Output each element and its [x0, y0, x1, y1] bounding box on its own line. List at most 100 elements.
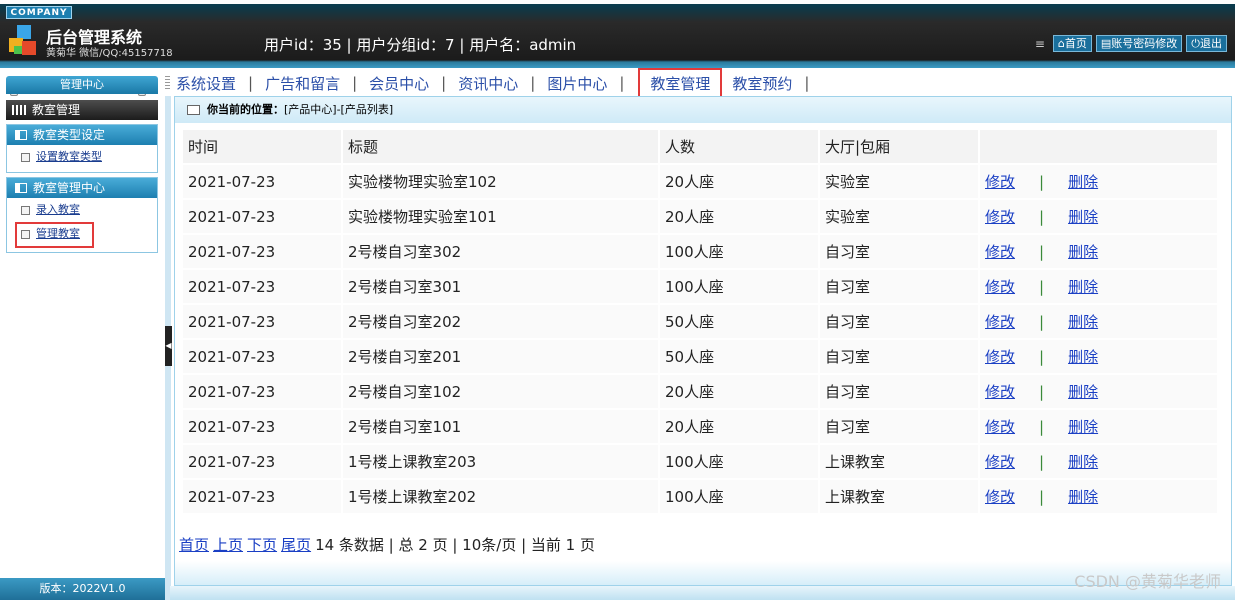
edit-link[interactable]: 修改: [985, 418, 1015, 436]
edit-link[interactable]: 修改: [985, 313, 1015, 331]
table-cell: 自习室: [820, 305, 978, 338]
menu-lines-icon[interactable]: ≡: [1035, 37, 1045, 51]
edit-link[interactable]: 修改: [985, 488, 1015, 506]
panel-icon: [15, 130, 27, 140]
row-actions: 修改 | 删除: [980, 375, 1217, 408]
delete-link[interactable]: 删除: [1068, 383, 1098, 401]
home-icon: ⌂: [1057, 37, 1065, 50]
action-separator: |: [1039, 208, 1045, 226]
nav-classroom-booking[interactable]: 教室预约: [728, 73, 796, 94]
table-cell: 2号楼自习室301: [343, 270, 658, 303]
delete-link[interactable]: 删除: [1068, 453, 1098, 471]
action-separator: |: [1039, 173, 1045, 191]
table-cell: 自习室: [820, 340, 978, 373]
table-row: 2021-07-23 2号楼自习室202 50人座 自习室 修改 | 删除: [183, 305, 1217, 338]
doc-icon: [21, 153, 30, 162]
table-cell: 2号楼自习室201: [343, 340, 658, 373]
table-cell: 2号楼自习室202: [343, 305, 658, 338]
delete-link[interactable]: 删除: [1068, 313, 1098, 331]
action-separator: |: [1039, 418, 1045, 436]
pager-last[interactable]: 尾页: [281, 536, 311, 554]
row-actions: 修改 | 删除: [980, 340, 1217, 373]
table-cell: 20人座: [660, 375, 818, 408]
table-cell: 上课教室: [820, 445, 978, 478]
edit-link[interactable]: 修改: [985, 383, 1015, 401]
table-cell: 2021-07-23: [183, 375, 341, 408]
document-icon: ▤: [1100, 37, 1112, 50]
table-row: 2021-07-23 2号楼自习室101 20人座 自习室 修改 | 删除: [183, 410, 1217, 443]
sidebar: 管理中心 教室管理 教室类型设定 设置教室类型 教室管理中心 录入教室 管理教室…: [0, 70, 165, 600]
pager-next[interactable]: 下页: [247, 536, 277, 554]
row-actions: 修改 | 删除: [980, 410, 1217, 443]
delete-link[interactable]: 删除: [1068, 348, 1098, 366]
table-cell: 2021-07-23: [183, 165, 341, 198]
table-cell: 100人座: [660, 445, 818, 478]
power-icon: ⏻: [1191, 37, 1200, 50]
logout-button[interactable]: ⏻退出: [1186, 35, 1227, 52]
table-cell: 2021-07-23: [183, 305, 341, 338]
nav-separator: |: [352, 74, 358, 92]
table-cell: 2021-07-23: [183, 200, 341, 233]
nav-news[interactable]: 资讯中心: [454, 73, 522, 94]
sidebar-link-set-classroom-type[interactable]: 设置教室类型: [7, 145, 157, 169]
watermark: CSDN @黄菊华老师: [1074, 572, 1221, 591]
table-row: 2021-07-23 2号楼自习室102 20人座 自习室 修改 | 删除: [183, 375, 1217, 408]
nav-system-settings[interactable]: 系统设置: [172, 73, 240, 94]
column-header: 标题: [343, 130, 658, 163]
table-cell: 2021-07-23: [183, 340, 341, 373]
table-cell: 100人座: [660, 270, 818, 303]
action-separator: |: [1039, 348, 1045, 366]
pager-first[interactable]: 首页: [179, 536, 209, 554]
header-actions: ≡ ⌂首页 ▤账号密码修改 ⏻退出: [1035, 35, 1227, 52]
table-cell: 2021-07-23: [183, 270, 341, 303]
delete-link[interactable]: 删除: [1068, 208, 1098, 226]
delete-link[interactable]: 删除: [1068, 278, 1098, 296]
table-row: 2021-07-23 实验楼物理实验室101 20人座 实验室 修改 | 删除: [183, 200, 1217, 233]
main-panel: 你当前的位置：[产品中心]-[产品列表] 时间 标题 人数 大厅|包厢 2021…: [174, 96, 1232, 586]
sidebar-group-title[interactable]: 教室管理中心: [7, 178, 157, 198]
action-separator: |: [1039, 488, 1045, 506]
edit-link[interactable]: 修改: [985, 243, 1015, 261]
sidebar-link-add-classroom[interactable]: 录入教室: [7, 198, 157, 222]
table-cell: 2号楼自习室102: [343, 375, 658, 408]
table-cell: 自习室: [820, 235, 978, 268]
delete-link[interactable]: 删除: [1068, 173, 1098, 191]
table-row: 2021-07-23 2号楼自习室302 100人座 自习室 修改 | 删除: [183, 235, 1217, 268]
account-settings-button[interactable]: ▤账号密码修改: [1095, 35, 1183, 52]
sidebar-group-title[interactable]: 教室类型设定: [7, 125, 157, 145]
delete-link[interactable]: 删除: [1068, 418, 1098, 436]
user-info: 用户id：35 | 用户分组id：7 | 用户名：admin: [264, 36, 577, 54]
table-cell: 2021-07-23: [183, 480, 341, 513]
panel-icon: [15, 183, 27, 193]
table-cell: 自习室: [820, 270, 978, 303]
app-root: COMPANY 后台管理系统 黄菊华 微信/QQ:45157718 用户id：3…: [0, 0, 1235, 600]
collapse-arrow-icon[interactable]: ◀: [165, 326, 172, 366]
nav-members[interactable]: 会员中心: [365, 73, 433, 94]
table-row: 2021-07-23 2号楼自习室201 50人座 自习室 修改 | 删除: [183, 340, 1217, 373]
table-cell: 20人座: [660, 410, 818, 443]
table-cell: 实验楼物理实验室102: [343, 165, 658, 198]
column-header: [980, 130, 1217, 163]
row-actions: 修改 | 删除: [980, 200, 1217, 233]
edit-link[interactable]: 修改: [985, 453, 1015, 471]
table-row: 2021-07-23 实验楼物理实验室102 20人座 实验室 修改 | 删除: [183, 165, 1217, 198]
top-nav: 系统设置 | 广告和留言 | 会员中心 | 资讯中心 | 图片中心 | 教室管理…: [158, 67, 1235, 99]
edit-link[interactable]: 修改: [985, 208, 1015, 226]
home-button[interactable]: ⌂首页: [1052, 35, 1092, 52]
nav-classroom-management[interactable]: 教室管理: [638, 67, 723, 99]
delete-link[interactable]: 删除: [1068, 243, 1098, 261]
edit-link[interactable]: 修改: [985, 173, 1015, 191]
table-row: 2021-07-23 1号楼上课教室202 100人座 上课教室 修改 | 删除: [183, 480, 1217, 513]
nav-images[interactable]: 图片中心: [543, 73, 611, 94]
edit-link[interactable]: 修改: [985, 278, 1015, 296]
table-cell: 2号楼自习室101: [343, 410, 658, 443]
table-cell: 2021-07-23: [183, 445, 341, 478]
nav-ads-messages[interactable]: 广告和留言: [261, 73, 344, 94]
edit-link[interactable]: 修改: [985, 348, 1015, 366]
column-header: 时间: [183, 130, 341, 163]
grid-icon: [12, 105, 26, 115]
pager-summary: 14 条数据 | 总 2 页 | 10条/页 | 当前 1 页: [315, 536, 595, 554]
pager-prev[interactable]: 上页: [213, 536, 243, 554]
delete-link[interactable]: 删除: [1068, 488, 1098, 506]
sidebar-current-section[interactable]: 教室管理: [6, 100, 158, 120]
